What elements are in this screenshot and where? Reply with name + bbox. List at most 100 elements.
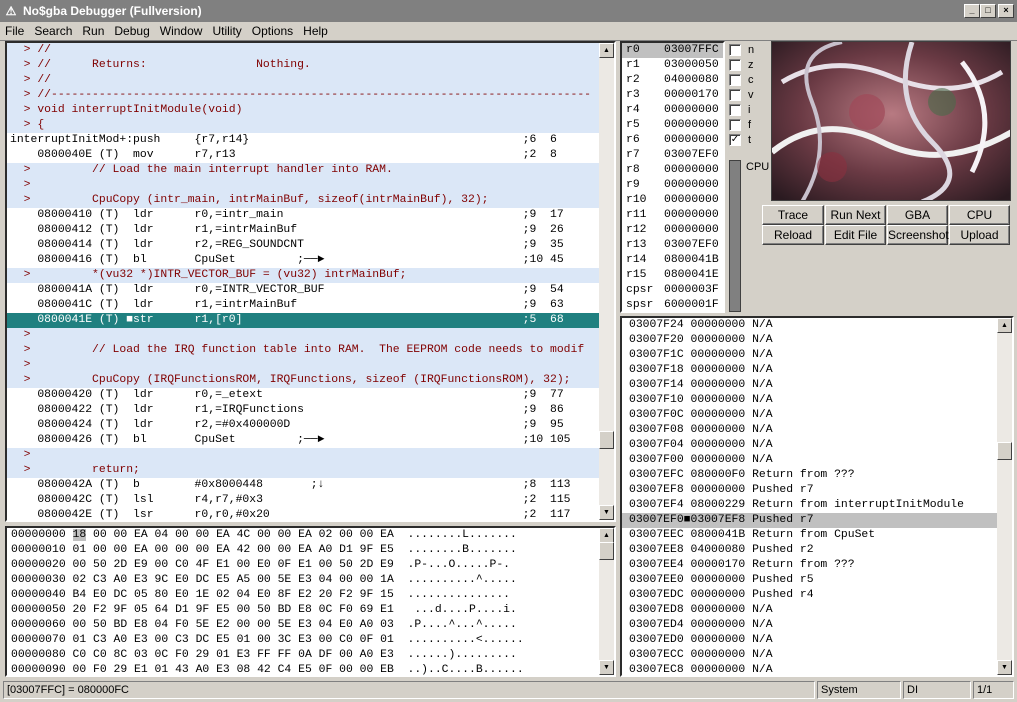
stack-scrollbar[interactable]: ▲ ▼ xyxy=(997,318,1012,675)
menu-help[interactable]: Help xyxy=(298,24,333,38)
menu-window[interactable]: Window xyxy=(155,24,208,38)
stack-row[interactable]: 03007F08 00000000 N/A xyxy=(622,423,1012,438)
scroll-thumb[interactable] xyxy=(997,442,1012,460)
asm-line[interactable]: 08000426 (T) bl CpuSet ;──► ;10 105 xyxy=(7,433,603,448)
source-line[interactable]: > CpuCopy (intr_main, intrMainBuf, sizeo… xyxy=(7,193,603,208)
hex-bytes[interactable]: F2 9F 05 64 D1 9F E5 00 50 BD E8 0C F0 6… xyxy=(86,604,394,616)
stack-row[interactable]: 03007ED4 00000000 N/A xyxy=(622,618,1012,633)
flag-n[interactable]: n xyxy=(729,42,757,57)
source-line[interactable]: > xyxy=(7,178,603,193)
asm-line[interactable]: 08000412 (T) ldr r1,=intrMainBuf ;9 26 xyxy=(7,223,603,238)
run-next-button[interactable]: Run Next xyxy=(825,205,886,225)
source-line[interactable]: > void interruptInitModule(void) xyxy=(7,103,603,118)
hex-bytes[interactable]: 50 2D E9 00 C0 4F E1 00 E0 0F E1 00 50 2… xyxy=(86,559,394,571)
gba-specs-button[interactable]: GBA Specs xyxy=(887,205,948,240)
hex-byte[interactable]: B4 xyxy=(73,589,87,601)
asm-line[interactable]: 0800040E (T) mov r7,r13 ;2 8 xyxy=(7,148,603,163)
current-instruction-line[interactable]: 0800041E (T) ■str r1,[r0] ;5 68 xyxy=(7,313,603,328)
stack-row[interactable]: 03007F00 00000000 N/A xyxy=(622,453,1012,468)
checkbox[interactable]: ✓ xyxy=(729,133,741,146)
hex-bytes[interactable]: C0 8C 03 0C F0 29 01 E3 FF FF 0A DF 00 A… xyxy=(86,649,394,661)
menu-search[interactable]: Search xyxy=(29,24,77,38)
hex-scrollbar[interactable]: ▲ ▼ xyxy=(599,528,614,675)
source-line[interactable]: > // xyxy=(7,73,603,88)
source-line[interactable]: > { xyxy=(7,118,603,133)
maximize-button[interactable]: □ xyxy=(980,4,996,18)
hex-byte[interactable]: 18 xyxy=(72,529,87,541)
upload-button[interactable]: Upload xyxy=(949,225,1010,245)
source-line[interactable]: > xyxy=(7,448,603,463)
source-line[interactable]: > *(vu32 *)INTR_VECTOR_BUF = (vu32) intr… xyxy=(7,268,603,283)
register-r9[interactable]: r9 00000000 xyxy=(622,178,723,193)
register-pane[interactable]: r0 03007FFC r1 03000050 r2 04000080 r3 00000170… xyxy=(620,41,725,313)
hex-row[interactable]: 00000050 20 F2 9F 05 64 D1 9F E5 00 50 B… xyxy=(7,603,524,618)
hex-row[interactable]: 00000020 00 50 2D E9 00 C0 4F E1 00 E0 0… xyxy=(7,558,524,573)
stack-row[interactable]: 03007EF0■03007EF8 Pushed r7 xyxy=(622,513,1012,528)
asm-line[interactable]: 08000424 (T) ldr r2,=#0x400000D ;9 95 xyxy=(7,418,603,433)
register-r4[interactable]: r4 00000000 xyxy=(622,103,723,118)
flag-t[interactable]: ✓ t xyxy=(729,132,757,147)
stack-row[interactable]: 03007ED8 00000000 N/A xyxy=(622,603,1012,618)
hex-byte[interactable]: 00 xyxy=(73,619,87,631)
hex-bytes[interactable]: F0 29 E1 01 43 A0 E3 08 42 C4 E5 0F 00 0… xyxy=(86,664,394,675)
hex-byte[interactable]: 20 xyxy=(73,604,87,616)
hex-row[interactable]: 00000090 00 F0 29 E1 01 43 A0 E3 08 42 C… xyxy=(7,663,524,675)
hex-row[interactable]: 00000000 18 00 00 EA 04 00 00 EA 4C 00 0… xyxy=(7,528,524,543)
register-r6[interactable]: r6 00000000 xyxy=(622,133,723,148)
register-r10[interactable]: r10 00000000 xyxy=(622,193,723,208)
checkbox[interactable] xyxy=(729,118,741,131)
menu-utility[interactable]: Utility xyxy=(207,24,246,38)
hex-byte[interactable]: C0 xyxy=(73,649,87,661)
asm-line[interactable]: 0800041A (T) ldr r0,=INTR_VECTOR_BUF ;9 … xyxy=(7,283,603,298)
flag-v[interactable]: v xyxy=(729,87,757,102)
stack-row[interactable]: 03007EFC 080000F0 Return from ??? xyxy=(622,468,1012,483)
asm-line[interactable]: 0800042E (T) lsr r0,r0,#0x20 ;2 117 xyxy=(7,508,603,520)
register-r1[interactable]: r1 03000050 xyxy=(622,58,723,73)
edit-file-button[interactable]: Edit File xyxy=(825,225,886,245)
scroll-up-button[interactable]: ▲ xyxy=(599,528,614,543)
minimize-button[interactable]: _ xyxy=(964,4,980,18)
stack-row[interactable]: 03007F18 00000000 N/A xyxy=(622,363,1012,378)
stack-row[interactable]: 03007ED0 00000000 N/A xyxy=(622,633,1012,648)
hex-bytes[interactable]: 00 00 EA 04 00 00 EA 4C 00 00 EA 02 00 0… xyxy=(86,529,394,541)
source-line[interactable]: > return; xyxy=(7,463,603,478)
checkbox[interactable] xyxy=(729,58,741,71)
source-line[interactable]: > xyxy=(7,328,603,343)
asm-line[interactable]: 08000422 (T) ldr r1,=IRQFunctions ;9 86 xyxy=(7,403,603,418)
stack-row[interactable]: 03007EEC 0800041B Return from CpuSet xyxy=(622,528,1012,543)
hex-bytes[interactable]: C3 A0 E3 00 C3 DC E5 01 00 3C E3 00 C0 0… xyxy=(86,634,394,646)
reload-button[interactable]: Reload xyxy=(762,225,824,245)
source-line[interactable]: > // Returns: Nothing. xyxy=(7,58,603,73)
register-r14[interactable]: r14 0800041B xyxy=(622,253,723,268)
stack-row[interactable]: 03007ECC 00000000 N/A xyxy=(622,648,1012,663)
asm-line[interactable]: 08000420 (T) ldr r0,=_etext ;9 77 xyxy=(7,388,603,403)
hex-byte[interactable]: 00 xyxy=(73,664,87,675)
hex-byte[interactable]: 01 xyxy=(73,544,87,556)
hex-row[interactable]: 00000080 C0 C0 8C 03 0C F0 29 01 E3 FF F… xyxy=(7,648,524,663)
register-r11[interactable]: r11 00000000 xyxy=(622,208,723,223)
scroll-up-button[interactable]: ▲ xyxy=(599,43,614,58)
stack-row[interactable]: 03007EF8 00000000 Pushed r7 xyxy=(622,483,1012,498)
source-line[interactable]: > CpuCopy (IRQFunctionsROM, IRQFunctions… xyxy=(7,373,603,388)
disassembly-scrollbar[interactable]: ▲ ▼ xyxy=(599,43,614,520)
source-line[interactable]: > //------------------------------------… xyxy=(7,88,603,103)
checkbox[interactable] xyxy=(729,103,741,116)
scroll-down-button[interactable]: ▼ xyxy=(599,505,614,520)
asm-line[interactable]: 0800042C (T) lsl r4,r7,#0x3 ;2 115 xyxy=(7,493,603,508)
source-line[interactable]: > // Load the main interrupt handler int… xyxy=(7,163,603,178)
source-line[interactable]: > // xyxy=(7,43,603,58)
source-line[interactable]: > xyxy=(7,358,603,373)
register-r3[interactable]: r3 00000170 xyxy=(622,88,723,103)
register-cpsr[interactable]: cpsr 0000003F xyxy=(622,283,723,298)
stack-row[interactable]: 03007EDC 00000000 Pushed r4 xyxy=(622,588,1012,603)
trace-button[interactable]: Trace xyxy=(762,205,824,225)
asm-line[interactable]: 08000410 (T) ldr r0,=intr_main ;9 17 xyxy=(7,208,603,223)
menu-run[interactable]: Run xyxy=(77,24,109,38)
register-r12[interactable]: r12 00000000 xyxy=(622,223,723,238)
asm-line[interactable]: 0800042A (T) b #0x8000448 ;↓ ;8 113 xyxy=(7,478,603,493)
scroll-down-button[interactable]: ▼ xyxy=(997,660,1012,675)
stack-row[interactable]: 03007EE8 04000080 Pushed r2 xyxy=(622,543,1012,558)
flag-f[interactable]: f xyxy=(729,117,757,132)
hex-byte[interactable]: 00 xyxy=(73,559,87,571)
checkbox[interactable] xyxy=(729,73,741,86)
